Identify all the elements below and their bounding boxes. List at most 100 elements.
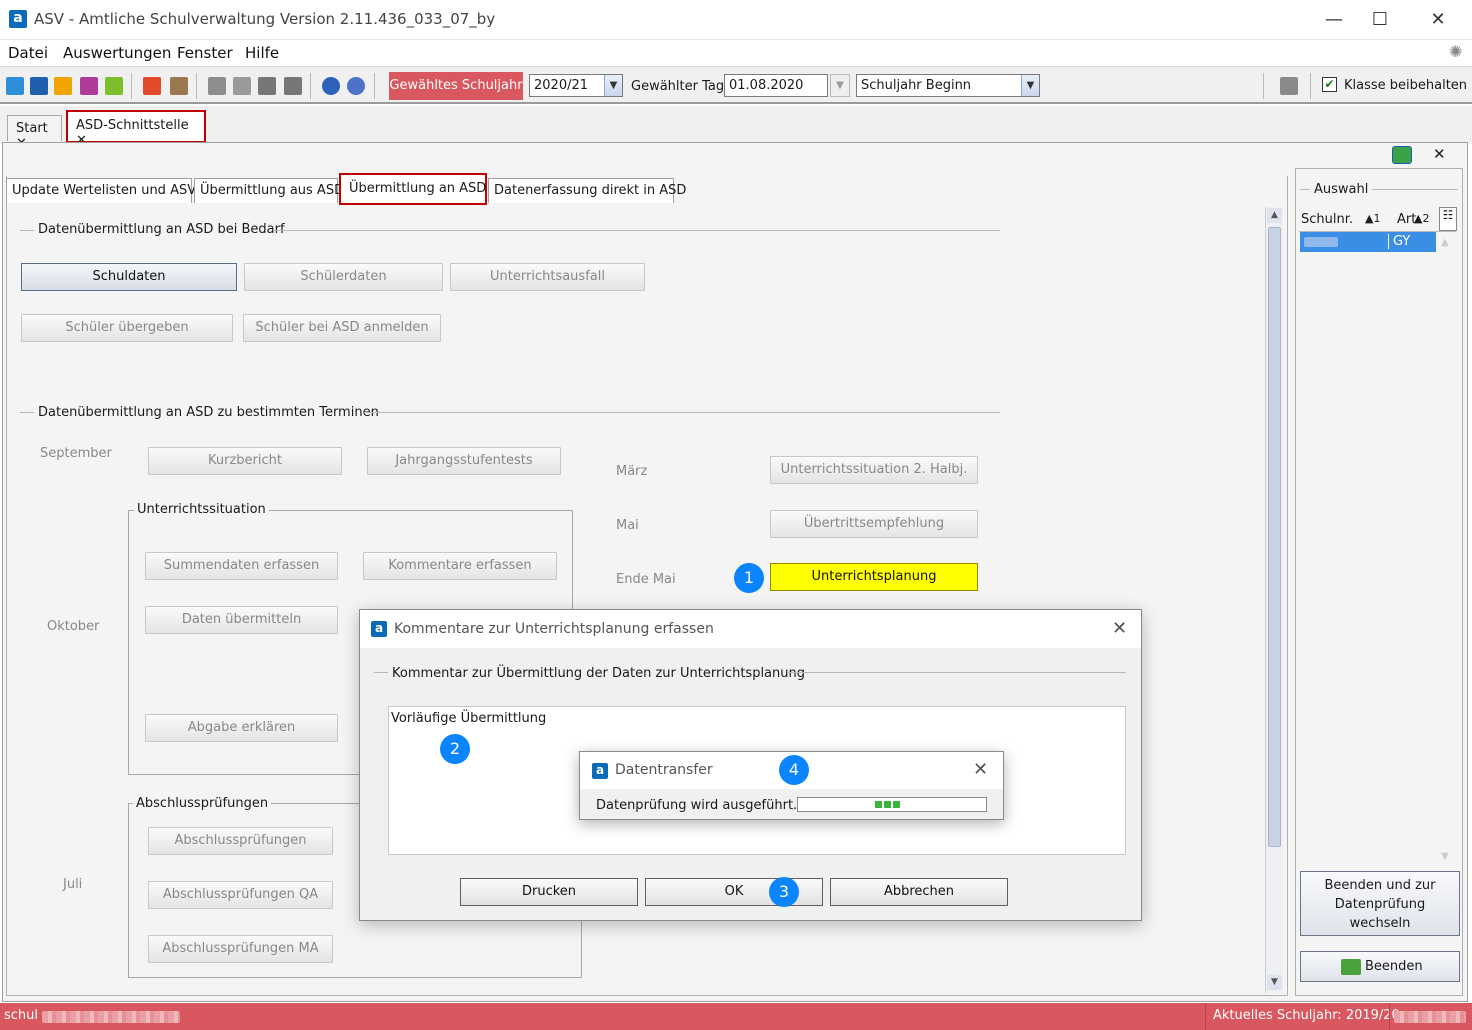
info-icon[interactable]	[322, 77, 340, 95]
tab-asd-schnittstelle[interactable]: ASD-Schnittstelle ✕	[66, 110, 206, 148]
unterrichtsplanung-button[interactable]: Unterrichtsplanung	[770, 563, 978, 591]
unterrichtsausfall-button[interactable]: Unterrichtsausfall	[450, 263, 645, 291]
maerz-label: März	[616, 464, 648, 479]
message-icon[interactable]	[105, 77, 123, 95]
toolbar-separator	[374, 73, 375, 99]
kommentare-erfassen-button[interactable]: Kommentare erfassen	[363, 552, 557, 580]
summendaten-button[interactable]: Summendaten erfassen	[145, 552, 338, 580]
col-schulnr[interactable]: Schulnr.	[1301, 212, 1353, 227]
table-row[interactable]: GY	[1300, 232, 1436, 252]
daten-uebermitteln-button[interactable]: Daten übermitteln	[145, 606, 338, 634]
people-icon[interactable]	[6, 77, 24, 95]
klasse-checkbox[interactable]: ✔	[1322, 77, 1337, 92]
document-tabbar: Start ✕ ASD-Schnittstelle ✕	[0, 106, 1472, 151]
status-schuljahr: Aktuelles Schuljahr: 2019/20	[1213, 1008, 1400, 1023]
class-board-icon[interactable]	[30, 77, 48, 95]
kurzbericht-button[interactable]: Kurzbericht	[148, 447, 342, 475]
unterrichtssituation-2-button[interactable]: Unterrichtssituation 2. Halbj.	[770, 456, 978, 484]
beenden-button[interactable]: Beenden	[1300, 951, 1460, 982]
separator	[374, 672, 388, 673]
menu-datei[interactable]: Datei	[8, 44, 48, 62]
tab-update-wertelisten[interactable]: Update Wertelisten und ASV	[6, 178, 196, 203]
copy-icon[interactable]	[208, 77, 226, 95]
tab-uebermittlung-aus-asd[interactable]: Übermittlung aus ASD	[194, 178, 344, 203]
schuljahr-select[interactable]: 2020/21 ▼	[529, 74, 623, 97]
menu-bar: Datei Auswertungen Fenster Hilfe ✺	[0, 40, 1472, 66]
busy-spinner-icon: ✺	[1449, 42, 1463, 61]
mode-value: Schuljahr Beginn	[861, 78, 972, 93]
status-left: schul	[4, 1008, 39, 1023]
scroll-down-icon[interactable]: ▼	[1267, 975, 1282, 990]
abschlusspruefungen-button[interactable]: Abschlussprüfungen	[148, 827, 333, 855]
progress-segment	[884, 801, 891, 808]
progress-close-icon[interactable]: ✕	[973, 759, 988, 780]
mode-select[interactable]: Schuljahr Beginn ▼	[856, 74, 1040, 97]
drucken-button[interactable]: Drucken	[460, 878, 638, 906]
main-scrollbar[interactable]: ▲ ▼	[1265, 207, 1283, 993]
tab-start[interactable]: Start ✕	[7, 115, 62, 151]
refresh-icon[interactable]	[1392, 146, 1412, 164]
progress-segment	[893, 801, 900, 808]
help-icon[interactable]	[347, 77, 365, 95]
uebertrittsempfehlung-button[interactable]: Übertrittsempfehlung	[770, 510, 978, 538]
tab-uebermittlung-an-asd[interactable]: Übermittlung an ASD	[339, 173, 487, 205]
sort-icon-1: ▲1	[1365, 212, 1381, 225]
tag-date-field[interactable]: 01.08.2020	[724, 74, 828, 97]
abschlusspruefungen-ma-button[interactable]: Abschlussprüfungen MA	[148, 935, 333, 963]
lightning-icon[interactable]	[258, 77, 276, 95]
teacher-icon[interactable]	[80, 77, 98, 95]
students-icon[interactable]	[54, 77, 72, 95]
separator	[788, 672, 1126, 673]
schuldaten-button[interactable]: Schuldaten	[21, 263, 237, 291]
menu-fenster[interactable]: Fenster	[177, 44, 233, 62]
minimize-button[interactable]: —	[1311, 6, 1357, 34]
app-logo-icon: a	[371, 621, 387, 637]
close-panel-icon[interactable]: ✕	[1433, 145, 1446, 163]
lightning-icon-2[interactable]	[284, 77, 302, 95]
progress-bar	[797, 797, 987, 812]
jahrgangsstufentests-button[interactable]: Jahrgangsstufentests	[367, 447, 561, 475]
scroll-up-icon[interactable]: ▲	[1441, 237, 1449, 248]
menu-hilfe[interactable]: Hilfe	[245, 44, 279, 62]
step-badge-2: 2	[440, 734, 470, 764]
auswahl-title: Auswahl	[1314, 182, 1369, 197]
progress-title: Datentransfer	[615, 762, 713, 778]
juli-label: Juli	[63, 877, 83, 892]
schueler-anmelden-button[interactable]: Schüler bei ASD anmelden	[243, 314, 441, 342]
section-bedarf-title: Datenübermittlung an ASD bei Bedarf	[38, 222, 285, 237]
scroll-down-icon[interactable]: ▼	[1441, 851, 1449, 862]
exit-icon	[1341, 959, 1361, 975]
list-scrollbar[interactable]: ▲ ▼	[1438, 233, 1456, 869]
abgabe-erklaeren-button[interactable]: Abgabe erklären	[145, 714, 338, 742]
scroll-up-icon[interactable]: ▲	[1267, 208, 1282, 223]
scroll-thumb[interactable]	[1268, 227, 1281, 847]
klasse-label: Klasse beibehalten	[1344, 78, 1468, 93]
dialog-close-icon[interactable]: ✕	[1112, 618, 1127, 639]
book-icon[interactable]	[143, 77, 161, 95]
close-window-button[interactable]: ✕	[1415, 6, 1461, 34]
schueler-uebergeben-button[interactable]: Schüler übergeben	[21, 314, 233, 342]
app-logo-icon: a	[592, 763, 608, 779]
blurred-schulnr	[1304, 237, 1338, 247]
separator	[20, 230, 34, 231]
maximize-button[interactable]: ☐	[1357, 6, 1403, 34]
beenden-datenpruefung-button[interactable]: Beenden und zur Datenprüfung wechseln	[1300, 871, 1460, 936]
tag-label: Gewählter Tag	[631, 79, 725, 94]
calendar-icon[interactable]	[233, 77, 251, 95]
dialog-title: Kommentare zur Unterrichtsplanung erfass…	[394, 621, 714, 637]
tab-datenerfassung[interactable]: Datenerfassung direkt in ASD	[488, 178, 686, 203]
blurred-user	[42, 1011, 180, 1023]
blurred-server	[1394, 1011, 1466, 1023]
abschlusspruefungen-qa-button[interactable]: Abschlussprüfungen QA	[148, 881, 333, 909]
column-chooser-icon[interactable]: ☷	[1439, 207, 1457, 231]
abbrechen-button[interactable]: Abbrechen	[830, 878, 1008, 906]
step-badge-3: 3	[769, 877, 799, 907]
beenden-label: Beenden	[1365, 959, 1423, 974]
date-picker-button[interactable]: ▼	[830, 74, 850, 97]
schuelerdaten-button[interactable]: Schülerdaten	[244, 263, 443, 291]
window-titlebar: a ASV - Amtliche Schulverwaltung Version…	[0, 0, 1472, 40]
gear-icon[interactable]	[1280, 77, 1298, 95]
tag-value: 01.08.2020	[729, 78, 804, 93]
report-icon[interactable]	[170, 77, 188, 95]
menu-auswertungen[interactable]: Auswertungen	[63, 44, 171, 62]
